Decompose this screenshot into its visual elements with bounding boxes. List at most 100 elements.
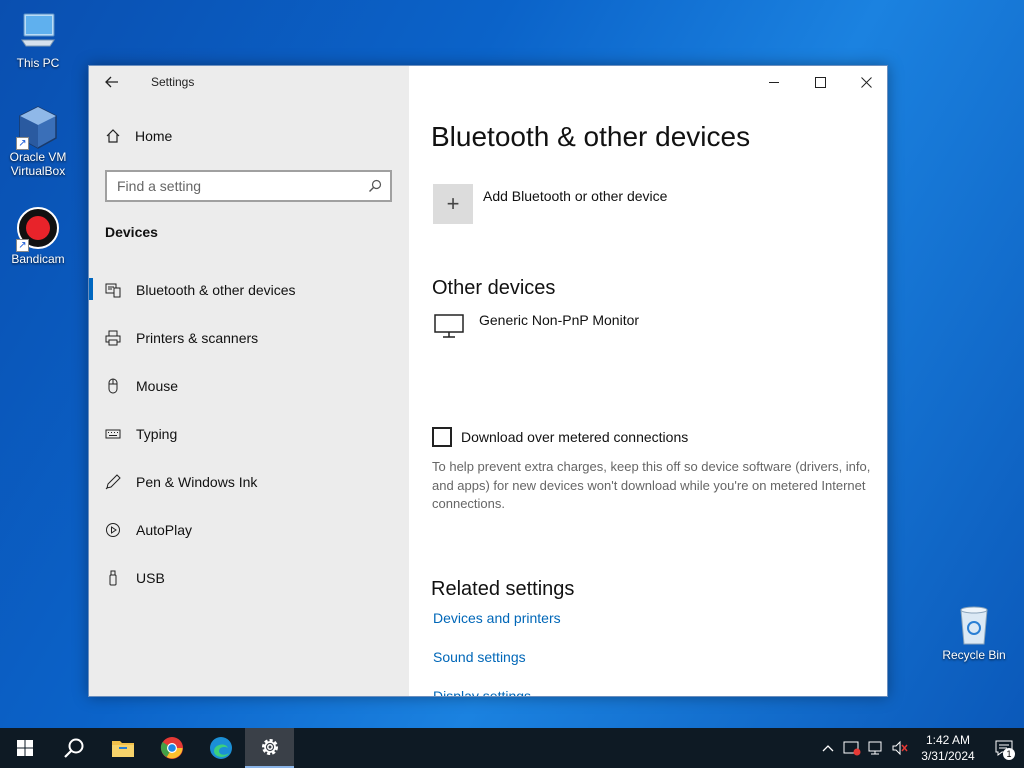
link-display-settings[interactable]: Display settings [433,688,531,696]
link-sound-settings[interactable]: Sound settings [433,649,526,665]
folder-icon [111,741,134,757]
home-icon [106,129,120,143]
add-icon: + [433,184,473,224]
network-tray-button[interactable] [864,740,888,756]
monitor-icon [434,314,464,338]
settings-window: Settings Home Find a setting Devices Blu… [88,65,888,697]
back-arrow-icon [105,76,118,88]
search-input[interactable]: Find a setting [105,170,392,202]
close-icon [860,76,872,88]
search-icon [369,179,382,192]
recycle-bin-icon [952,602,996,646]
gear-icon [261,739,278,755]
clock-time: 1:42 AM [925,733,971,747]
sidebar-item-label: AutoPlay [136,522,193,538]
window-title: Settings [151,75,195,89]
shortcut-arrow-icon: ↗ [16,137,29,150]
metered-help-text: To help prevent extra charges, keep this… [432,459,871,511]
show-hidden-icons-button[interactable] [816,744,840,752]
window-controls [751,66,887,98]
checkbox-label: Download over metered connections [461,429,689,445]
mouse-icon [105,378,121,394]
maximize-icon [814,76,826,88]
virtualbox-icon: ↗ [16,104,60,150]
related-settings-heading: Related settings [431,578,575,600]
security-alert-icon [843,741,861,756]
sidebar-item-label: Mouse [136,378,179,394]
shortcut-arrow-icon: ↗ [16,239,29,252]
desktop-icon-label: Bandicam [11,252,65,266]
volume-muted-icon [892,740,908,756]
sidebar-home-link[interactable]: Home [105,128,172,144]
add-device-label: Add Bluetooth or other device [483,188,668,204]
sidebar-item-mouse[interactable]: Mouse [89,362,409,410]
sidebar-item-label: Bluetooth & other devices [136,282,296,298]
sidebar: Settings Home Find a setting Devices Blu… [89,66,409,696]
usb-icon [105,570,121,586]
settings-taskbar-button[interactable] [245,728,294,768]
desktop-icon-recycle-bin[interactable]: Recycle Bin [936,602,1012,662]
desktop-icon-bandicam[interactable]: ↗ Bandicam [0,206,76,266]
edge-button[interactable] [196,728,245,768]
sidebar-item-label: USB [136,570,165,586]
sidebar-item-printers[interactable]: Printers & scanners [89,314,409,362]
title-bar[interactable]: Settings [89,66,409,98]
sidebar-item-usb[interactable]: USB [89,554,409,602]
chrome-button[interactable] [147,728,196,768]
page-title: Bluetooth & other devices [431,121,751,152]
chevron-up-icon [822,745,834,752]
add-device-button[interactable]: + Add Bluetooth or other device [433,184,667,224]
device-name: Generic Non-PnP Monitor [479,312,640,328]
network-icon [868,741,882,755]
link-devices-and-printers[interactable]: Devices and printers [433,610,561,626]
edge-icon [209,737,232,759]
sidebar-nav: Bluetooth & other devices Printers & sca… [89,266,409,602]
sidebar-item-label: Pen & Windows Ink [136,474,258,490]
sidebar-item-label: Typing [136,426,178,442]
minimize-button[interactable] [751,66,797,98]
notification-count-badge: 1 [1003,748,1015,760]
action-center-button[interactable]: 1 [984,728,1024,768]
desktop-icon-virtualbox[interactable]: ↗ Oracle VM VirtualBox [0,104,76,178]
taskbar-clock[interactable]: 1:42 AM 3/31/2024 [912,732,984,764]
taskbar: 1:42 AM 3/31/2024 1 [0,728,1024,768]
sidebar-item-label: Printers & scanners [136,330,259,346]
desktop-icon-label: Oracle VM VirtualBox [9,150,67,178]
close-button[interactable] [843,66,887,98]
start-button[interactable] [0,728,49,768]
content-pane: Bluetooth & other devices + Add Bluetoot… [409,66,887,696]
back-button[interactable] [89,66,135,98]
home-label: Home [135,128,173,144]
minimize-icon [768,81,779,83]
bandicam-icon: ↗ [16,206,60,252]
autoplay-icon [105,522,121,538]
sidebar-item-bluetooth[interactable]: Bluetooth & other devices [89,266,409,314]
chrome-icon [160,737,183,759]
file-explorer-button[interactable] [98,728,147,768]
search-icon [63,738,83,758]
system-tray: 1:42 AM 3/31/2024 1 [816,728,1024,768]
device-item[interactable]: Generic Non-PnP Monitor [433,312,639,340]
printer-icon [105,330,121,346]
desktop-icon-label: This PC [16,56,60,70]
pen-icon [105,474,121,490]
desktop-icon-label: Recycle Bin [942,648,1006,662]
sidebar-item-pen[interactable]: Pen & Windows Ink [89,458,409,506]
maximize-button[interactable] [797,66,843,98]
sidebar-item-typing[interactable]: Typing [89,410,409,458]
volume-tray-button[interactable] [888,740,912,756]
section-label-devices: Devices [105,224,158,240]
checkbox-box[interactable] [432,427,452,447]
search-button[interactable] [49,728,98,768]
other-devices-heading: Other devices [432,277,556,299]
bluetooth-devices-icon [105,282,121,298]
desktop-icon-this-pc[interactable]: This PC [0,10,76,70]
search-placeholder: Find a setting [117,178,202,194]
clock-date: 3/31/2024 [921,749,975,763]
windows-logo-icon [16,740,33,756]
security-tray-button[interactable] [840,740,864,756]
sidebar-item-autoplay[interactable]: AutoPlay [89,506,409,554]
keyboard-icon [105,426,121,442]
this-pc-icon [16,10,60,54]
metered-connections-checkbox[interactable]: Download over metered connections [432,427,688,447]
